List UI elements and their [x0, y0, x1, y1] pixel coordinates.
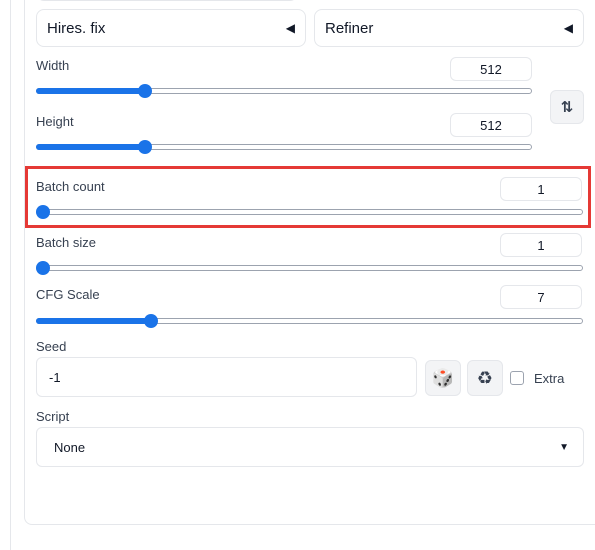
seed-input[interactable]: -1 [36, 357, 417, 397]
seed-label: Seed [36, 339, 67, 354]
triangle-left-icon: ◀ [563, 21, 573, 35]
batch-size-label: Batch size [36, 235, 96, 250]
extra-checkbox[interactable] [510, 371, 524, 385]
slider-thumb[interactable] [36, 205, 50, 219]
batch-count-slider[interactable] [36, 205, 583, 219]
height-slider[interactable] [36, 140, 532, 154]
recycle-icon: ♻ [476, 367, 494, 388]
slider-thumb[interactable] [36, 261, 50, 275]
batch-count-input[interactable]: 1 [500, 177, 582, 201]
script-dropdown[interactable]: None ▼ [36, 427, 584, 467]
slider-track [36, 209, 583, 215]
width-label: Width [36, 58, 70, 73]
refiner-accordion[interactable]: Refiner ◀ [314, 9, 584, 47]
outer-border [10, 0, 11, 550]
hires-fix-label: Hires. fix [47, 19, 106, 37]
chevron-down-icon: ▼ [559, 441, 569, 453]
slider-fill [36, 144, 146, 150]
cfg-scale-slider[interactable] [36, 314, 583, 328]
batch-size-input[interactable]: 1 [500, 233, 582, 257]
slider-track [36, 265, 583, 271]
height-label: Height [36, 114, 74, 129]
width-input[interactable]: 512 [450, 57, 532, 81]
height-input[interactable]: 512 [450, 113, 532, 137]
reuse-seed-button[interactable]: ♻ [467, 360, 503, 396]
script-label: Script [36, 409, 70, 424]
swap-dimensions-button[interactable]: ⇅ [550, 90, 584, 124]
script-selected-value: None [54, 439, 86, 455]
hires-fix-accordion[interactable]: Hires. fix ◀ [36, 9, 306, 47]
width-slider[interactable] [36, 84, 532, 98]
refiner-label: Refiner [325, 19, 374, 37]
extra-label: Extra [534, 371, 565, 386]
batch-size-slider[interactable] [36, 261, 583, 275]
top-strip [36, 0, 298, 1]
dice-icon: 🎲 [431, 367, 455, 388]
swap-vertical-arrows-icon: ⇅ [560, 99, 574, 116]
slider-thumb[interactable] [138, 140, 153, 154]
slider-fill [36, 88, 146, 94]
cfg-scale-input[interactable]: 7 [500, 285, 582, 309]
slider-fill [36, 318, 151, 324]
triangle-left-icon: ◀ [285, 21, 295, 35]
slider-thumb[interactable] [138, 84, 153, 98]
batch-count-label: Batch count [36, 179, 105, 194]
random-seed-button[interactable]: 🎲 [425, 360, 461, 396]
slider-thumb[interactable] [143, 314, 158, 328]
cfg-scale-label: CFG Scale [36, 287, 100, 302]
